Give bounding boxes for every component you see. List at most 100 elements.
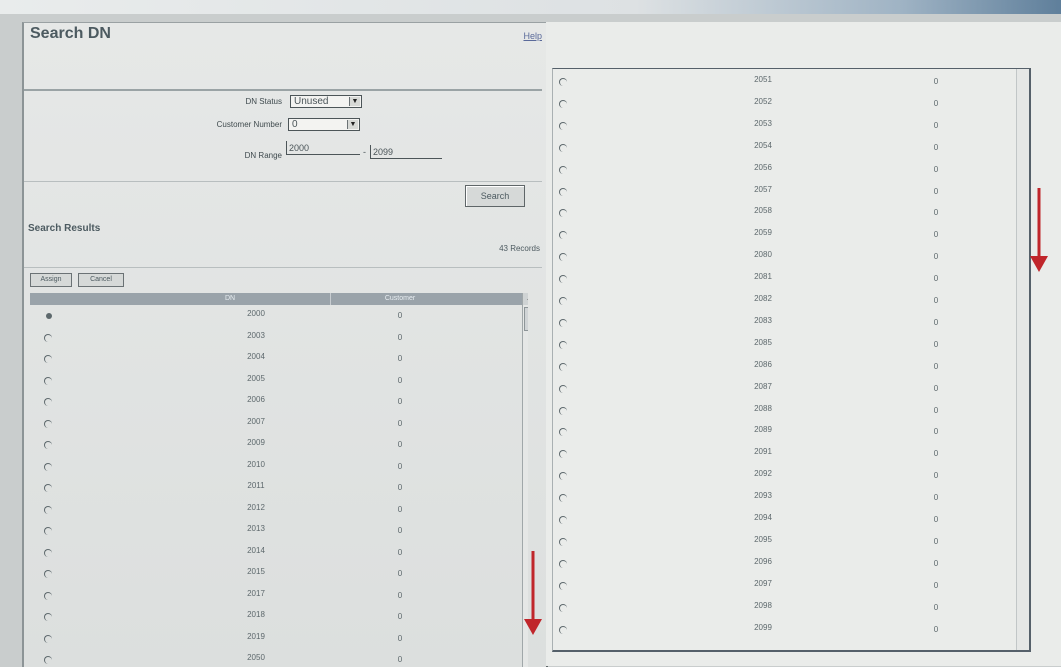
row-radio[interactable]: [559, 187, 567, 196]
table-row[interactable]: 2080 0: [553, 250, 1051, 270]
table-row[interactable]: 2004 0: [30, 352, 528, 372]
row-radio[interactable]: [559, 209, 567, 218]
table-row[interactable]: 2009 0: [30, 438, 528, 458]
row-radio[interactable]: [44, 462, 52, 471]
row-radio[interactable]: [559, 99, 567, 108]
row-radio[interactable]: [559, 472, 567, 481]
table-row[interactable]: 2086 0: [553, 360, 1051, 380]
customer-number-select[interactable]: 0 ▼: [288, 118, 360, 131]
row-radio[interactable]: [559, 537, 567, 546]
row-radio[interactable]: [44, 419, 52, 428]
row-radio[interactable]: [44, 613, 52, 621]
row-radio[interactable]: [44, 548, 52, 557]
row-radio[interactable]: [44, 505, 52, 514]
row-radio[interactable]: [44, 656, 52, 664]
row-radio[interactable]: [559, 516, 567, 524]
row-radio[interactable]: [44, 398, 52, 406]
cancel-button[interactable]: Cancel: [78, 273, 124, 287]
table-row[interactable]: 2088 0: [553, 404, 1051, 424]
row-radio[interactable]: [44, 570, 52, 578]
dn-range-to-input[interactable]: 2099: [370, 145, 442, 159]
table-row[interactable]: 2098 0: [553, 601, 1051, 621]
scroll-up-icon[interactable]: ▲: [523, 293, 528, 305]
table-row[interactable]: 2094 0: [553, 513, 1051, 533]
row-radio[interactable]: [44, 634, 52, 643]
table-row[interactable]: 2012 0: [30, 503, 528, 523]
table-row[interactable]: 2052 0: [553, 97, 1051, 117]
row-radio[interactable]: [559, 384, 567, 393]
row-radio[interactable]: [559, 78, 567, 86]
table-row[interactable]: 2099 0: [553, 623, 1051, 643]
table-row[interactable]: 2019 0: [30, 632, 528, 652]
table-row[interactable]: 2053 0: [553, 119, 1051, 139]
row-radio[interactable]: [559, 318, 567, 327]
table-row[interactable]: 2089 0: [553, 425, 1051, 445]
table-row[interactable]: 2059 0: [553, 228, 1051, 248]
row-radio[interactable]: [46, 313, 52, 319]
table-row[interactable]: 2081 0: [553, 272, 1051, 292]
row-radio[interactable]: [559, 603, 567, 612]
table-row[interactable]: 2091 0: [553, 447, 1051, 467]
row-radio[interactable]: [559, 581, 567, 590]
row-radio[interactable]: [559, 275, 567, 284]
table-row[interactable]: 2082 0: [553, 294, 1051, 314]
table-row[interactable]: 2092 0: [553, 469, 1051, 489]
row-radio[interactable]: [44, 333, 52, 342]
row-radio[interactable]: [44, 591, 52, 600]
table-row[interactable]: 2005 0: [30, 374, 528, 394]
monitor-bezel: [0, 0, 1061, 14]
row-radio[interactable]: [44, 441, 52, 449]
row-radio[interactable]: [559, 559, 567, 568]
row-radio[interactable]: [44, 484, 52, 492]
table-row[interactable]: 2010 0: [30, 460, 528, 480]
row-radio[interactable]: [559, 165, 567, 174]
row-radio[interactable]: [559, 340, 567, 349]
table-row[interactable]: 2058 0: [553, 206, 1051, 226]
row-radio[interactable]: [44, 527, 52, 535]
row-radio[interactable]: [559, 428, 567, 437]
row-radio[interactable]: [559, 121, 567, 130]
table-row[interactable]: 2013 0: [30, 524, 528, 544]
scroll-thumb[interactable]: [524, 307, 528, 331]
table-row[interactable]: 2050 0: [30, 653, 528, 667]
table-row[interactable]: 2085 0: [553, 338, 1051, 358]
table-row[interactable]: 2003 0: [30, 331, 528, 351]
table-row[interactable]: 2011 0: [30, 481, 528, 501]
vertical-scrollbar[interactable]: [1016, 69, 1029, 650]
row-radio[interactable]: [44, 376, 52, 385]
search-button[interactable]: Search: [465, 185, 525, 207]
dn-range-from-input[interactable]: 2000: [286, 141, 360, 155]
row-radio[interactable]: [559, 231, 567, 240]
row-radio[interactable]: [559, 143, 567, 152]
table-row[interactable]: 2051 0: [553, 75, 1051, 95]
row-radio[interactable]: [559, 297, 567, 305]
row-radio[interactable]: [559, 625, 567, 634]
table-row[interactable]: 2057 0: [553, 185, 1051, 205]
table-row[interactable]: 2054 0: [553, 141, 1051, 161]
table-row[interactable]: 2000 0: [30, 309, 528, 329]
column-header-dn[interactable]: DN: [140, 293, 320, 305]
table-row[interactable]: 2006 0: [30, 395, 528, 415]
table-row[interactable]: 2097 0: [553, 579, 1051, 599]
table-row[interactable]: 2093 0: [553, 491, 1051, 511]
column-header-customer[interactable]: Customer: [340, 293, 460, 305]
table-row[interactable]: 2096 0: [553, 557, 1051, 577]
table-row[interactable]: 2017 0: [30, 589, 528, 609]
table-row[interactable]: 2095 0: [553, 535, 1051, 555]
table-row[interactable]: 2083 0: [553, 316, 1051, 336]
row-radio[interactable]: [44, 355, 52, 363]
row-radio[interactable]: [559, 450, 567, 459]
row-radio[interactable]: [559, 253, 567, 262]
row-radio[interactable]: [559, 406, 567, 415]
row-radio[interactable]: [559, 494, 567, 503]
table-row[interactable]: 2056 0: [553, 163, 1051, 183]
table-row[interactable]: 2087 0: [553, 382, 1051, 402]
assign-button[interactable]: Assign: [30, 273, 72, 287]
row-radio[interactable]: [559, 362, 567, 371]
table-row[interactable]: 2007 0: [30, 417, 528, 437]
table-row[interactable]: 2014 0: [30, 546, 528, 566]
dn-status-select[interactable]: Unused ▼: [290, 95, 362, 108]
help-link[interactable]: Help: [523, 31, 542, 41]
table-row[interactable]: 2015 0: [30, 567, 528, 587]
table-row[interactable]: 2018 0: [30, 610, 528, 630]
